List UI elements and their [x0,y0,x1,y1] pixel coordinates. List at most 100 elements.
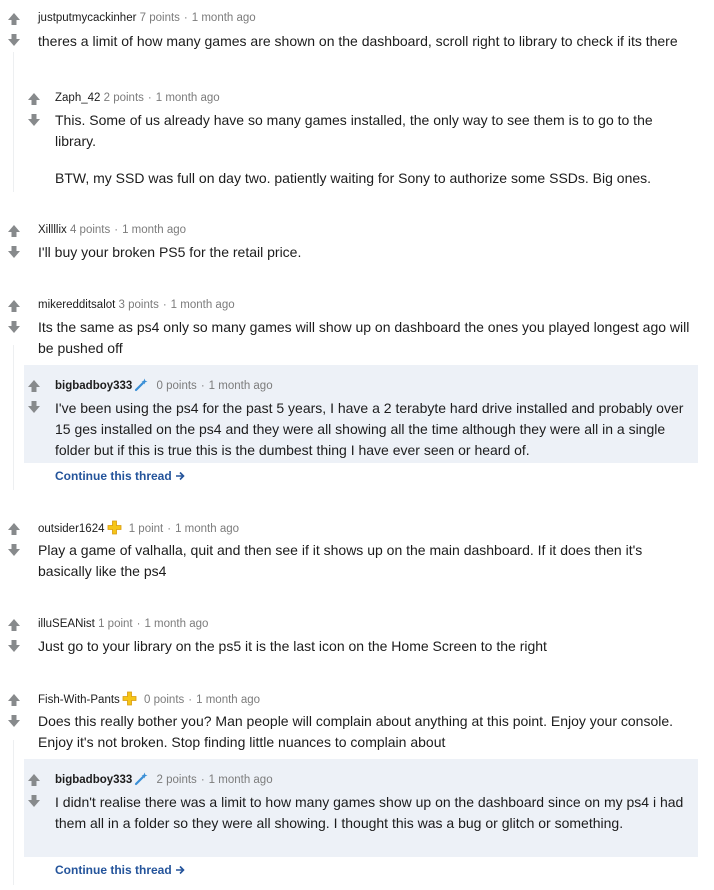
comment-body: I'll buy your broken PS5 for the retail … [38,242,698,263]
comment-author[interactable]: illuSEANist [38,618,95,630]
meta-separator: · [136,618,141,630]
comment-meta: bigbadboy333 0 points · 1 month ago [55,377,273,397]
comment-author[interactable]: Fish-With-Pants [38,694,120,706]
comment-paragraph: BTW, my SSD was full on day two. patient… [55,170,652,186]
comment-author[interactable]: justputmycackinher [38,12,136,24]
comment-paragraph: This. Some of us already have so many ga… [55,112,653,149]
upvote-arrow-icon[interactable] [24,771,44,789]
comment-meta: Fish-With-Pants 0 points · 1 month ago [38,691,260,711]
vote-controls [4,691,24,731]
downvote-arrow-icon[interactable] [4,541,24,559]
comment-points: 2 points [156,774,197,786]
arrow-right-icon [175,470,185,484]
ps-plus-icon [122,691,137,711]
thread-line[interactable] [13,52,14,192]
comment-time[interactable]: 1 month ago [192,12,256,24]
comment-points: 1 point [98,618,133,630]
comment-paragraph: Just go to your library on the ps5 it is… [38,638,547,654]
comment-meta: Zaph_42 2 points · 1 month ago [55,90,220,106]
comment-body: Its the same as ps4 only so many games w… [38,317,698,359]
comment-paragraph: Does this really bother you? Man people … [38,713,674,750]
comment-time[interactable]: 1 month ago [209,774,273,786]
comment-time[interactable]: 1 month ago [171,299,235,311]
upvote-arrow-icon[interactable] [24,90,44,108]
downvote-arrow-icon[interactable] [24,398,44,416]
thread-line[interactable] [13,740,14,885]
comment-author[interactable]: outsider1624 [38,523,105,535]
comment-time[interactable]: 1 month ago [122,224,186,236]
arrow-right-icon [175,864,185,878]
meta-separator: · [188,694,193,706]
comment-body: Does this really bother you? Man people … [38,711,698,753]
comment-points: 7 points [139,12,180,24]
comment-points: 3 points [118,299,159,311]
meta-separator: · [183,12,188,24]
upvote-arrow-icon[interactable] [4,616,24,634]
comment-paragraph: Play a game of valhalla, quit and then s… [38,542,643,579]
comment-author[interactable]: bigbadboy333 [55,774,132,786]
comment-meta: Xillllix 4 points · 1 month ago [38,222,186,238]
comment-time[interactable]: 1 month ago [196,694,260,706]
comment-meta: bigbadboy333 2 points · 1 month ago [55,771,273,791]
comment-points: 0 points [144,694,185,706]
vote-controls [24,771,44,811]
continue-thread-link[interactable]: Continue this thread [55,863,185,878]
continue-thread-label: Continue this thread [55,469,172,483]
comment-paragraph: I didn't realise there was a limit to ho… [55,794,684,831]
meta-separator: · [162,299,167,311]
vote-controls [4,616,24,656]
downvote-arrow-icon[interactable] [4,243,24,261]
submitter-wand-icon [134,377,149,397]
upvote-arrow-icon[interactable] [4,10,24,28]
comment-body: Play a game of valhalla, quit and then s… [38,540,698,582]
downvote-arrow-icon[interactable] [4,637,24,655]
comment-points: 4 points [69,224,111,236]
comment-author[interactable]: Zaph_42 [55,92,100,104]
vote-controls [24,90,44,130]
vote-controls [4,297,24,337]
vote-controls [4,10,24,50]
comment-points: 1 point [128,523,164,535]
comment-time[interactable]: 1 month ago [175,523,239,535]
downvote-arrow-icon[interactable] [24,111,44,129]
upvote-arrow-icon[interactable] [4,691,24,709]
comment-meta: illuSEANist 1 point · 1 month ago [38,616,208,632]
meta-separator: · [200,774,205,786]
vote-controls [4,222,24,262]
upvote-arrow-icon[interactable] [4,520,24,538]
comment-points: 0 points [156,380,197,392]
comment-paragraph: I've been using the ps4 for the past 5 y… [55,400,684,458]
comment-author[interactable]: Xillllix [38,224,67,236]
comment-time[interactable]: 1 month ago [209,380,273,392]
downvote-arrow-icon[interactable] [24,792,44,810]
upvote-arrow-icon[interactable] [4,297,24,315]
thread-line[interactable] [13,345,14,490]
comment-meta: outsider1624 1 point · 1 month ago [38,520,239,540]
comment-time[interactable]: 1 month ago [144,618,208,630]
submitter-wand-icon [134,771,149,791]
comment-author[interactable]: mikeredditsalot [38,299,115,311]
meta-separator: · [114,224,119,236]
comment-body: Just go to your library on the ps5 it is… [38,636,698,657]
comment-body: I've been using the ps4 for the past 5 y… [55,398,695,461]
downvote-arrow-icon[interactable] [4,318,24,336]
comment-paragraph: theres a limit of how many games are sho… [38,33,678,49]
comment-points: 2 points [103,92,144,104]
comment-body: theres a limit of how many games are sho… [38,31,698,52]
downvote-arrow-icon[interactable] [4,31,24,49]
meta-separator: · [167,523,172,535]
upvote-arrow-icon[interactable] [4,222,24,240]
continue-thread-label: Continue this thread [55,863,172,877]
meta-separator: · [147,92,152,104]
comment-author[interactable]: bigbadboy333 [55,380,132,392]
comment-meta: justputmycackinher 7 points · 1 month ago [38,10,256,26]
downvote-arrow-icon[interactable] [4,712,24,730]
vote-controls [24,377,44,417]
meta-separator: · [200,380,205,392]
upvote-arrow-icon[interactable] [24,377,44,395]
comment-paragraph: I'll buy your broken PS5 for the retail … [38,244,302,260]
comment-body: This. Some of us already have so many ga… [55,110,695,189]
comment-body: I didn't realise there was a limit to ho… [55,792,695,834]
continue-thread-link[interactable]: Continue this thread [55,469,185,484]
comment-time[interactable]: 1 month ago [156,92,220,104]
